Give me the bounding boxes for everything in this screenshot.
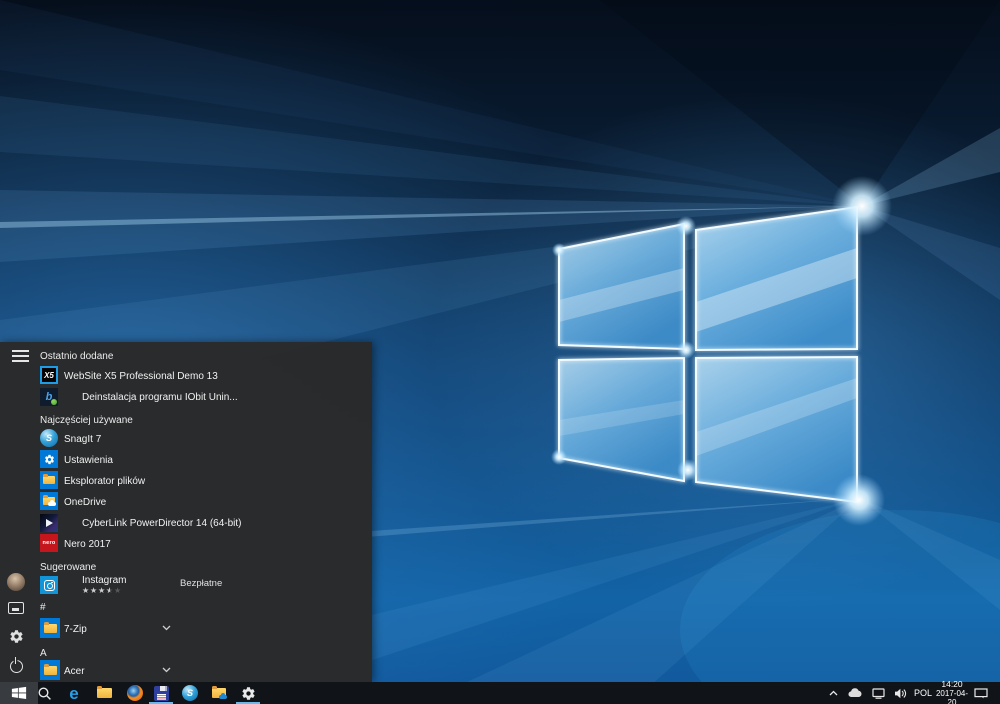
- app-item-settings[interactable]: Ustawienia: [40, 450, 364, 470]
- app-item-powerdirector[interactable]: CyberLink PowerDirector 14 (64-bit): [40, 513, 364, 533]
- language-indicator[interactable]: POL: [911, 682, 935, 704]
- user-avatar[interactable]: [7, 573, 25, 591]
- app-item-nero[interactable]: nero Nero 2017: [40, 534, 364, 554]
- desktop: Ostatnio dodane X5 WebSite X5 Profession…: [0, 0, 1000, 704]
- app-item-label-block: Instagram: [82, 576, 126, 595]
- clock[interactable]: 14:20 2017-04-20: [933, 682, 971, 704]
- powerdirector-icon: [40, 514, 58, 532]
- settings-tile-icon: [40, 450, 58, 468]
- hidden-icons-chevron-icon[interactable]: [824, 682, 842, 704]
- section-header-most-used: Najczęściej używane: [40, 415, 133, 426]
- app-item-label: SnagIt 7: [64, 434, 101, 445]
- acer-folder-icon: [40, 660, 60, 680]
- iobit-uninstaller-icon: b: [40, 388, 58, 406]
- start-menu: Ostatnio dodane X5 WebSite X5 Profession…: [0, 342, 372, 682]
- onedrive-cloud-icon[interactable]: [845, 682, 865, 704]
- app-item-label: WebSite X5 Professional Demo 13: [64, 371, 218, 382]
- chevron-down-icon: [162, 625, 171, 631]
- section-header-suggested: Sugerowane: [40, 562, 96, 573]
- app-group-acer[interactable]: Acer: [40, 660, 364, 682]
- app-item-label: Eksplorator plików: [64, 476, 145, 487]
- chevron-down-icon: [162, 667, 171, 673]
- time-text: 14:20: [941, 680, 962, 689]
- network-icon[interactable]: [869, 682, 887, 704]
- app-item-instagram[interactable]: Instagram Bezpłatne: [40, 574, 364, 596]
- app-item-onedrive[interactable]: OneDrive: [40, 492, 364, 512]
- power-icon[interactable]: [8, 658, 24, 674]
- nero-icon: nero: [40, 534, 58, 552]
- action-center-icon[interactable]: [968, 682, 994, 704]
- windows-logo-icon: [11, 685, 27, 701]
- 7zip-folder-icon: [40, 618, 60, 638]
- edge-icon[interactable]: e: [59, 682, 89, 704]
- date-text: 2017-04-20: [933, 689, 971, 704]
- onedrive-tile-icon: [40, 492, 58, 510]
- search-icon[interactable]: [29, 682, 59, 704]
- app-item-label: OneDrive: [64, 497, 106, 508]
- taskbar: e S: [0, 682, 1000, 704]
- settings-taskbar-icon[interactable]: [233, 682, 263, 704]
- price-badge: Bezpłatne: [180, 578, 222, 589]
- section-header-recently-added: Ostatnio dodane: [40, 351, 113, 362]
- app-item-label: Deinstalacja programu IObit Unin...: [82, 392, 238, 403]
- rating-stars: [82, 587, 122, 595]
- app-group-7zip[interactable]: 7-Zip: [40, 618, 364, 640]
- onedrive-taskbar-icon[interactable]: [204, 682, 234, 704]
- file-explorer-rail-icon[interactable]: [8, 601, 24, 614]
- app-item-label: CyberLink PowerDirector 14 (64-bit): [82, 518, 242, 529]
- app-item-label: Nero 2017: [64, 539, 111, 550]
- app-item-file-explorer[interactable]: Eksplorator plików: [40, 471, 364, 491]
- app-item-label: Instagram: [82, 576, 126, 586]
- file-explorer-tile-icon: [40, 471, 58, 489]
- app-item-label: 7-Zip: [64, 624, 87, 635]
- volume-icon[interactable]: [891, 682, 910, 704]
- instagram-icon: [40, 576, 58, 594]
- hamburger-menu-button[interactable]: [12, 350, 29, 363]
- app-item-website-x5[interactable]: X5 WebSite X5 Professional Demo 13: [40, 366, 364, 386]
- app-item-label: Ustawienia: [64, 455, 113, 466]
- app-item-iobit-uninstaller[interactable]: b Deinstalacja programu IObit Unin...: [40, 387, 364, 407]
- snagit-icon: S: [40, 429, 58, 447]
- app-item-snagit[interactable]: S SnagIt 7: [40, 429, 364, 449]
- website-x5-icon: X5: [40, 366, 58, 384]
- floppy-app-icon[interactable]: [146, 682, 176, 704]
- app-item-label: Acer: [64, 666, 85, 677]
- settings-rail-icon[interactable]: [8, 629, 24, 645]
- section-header-a: A: [40, 648, 47, 659]
- section-header-hash: #: [40, 602, 46, 613]
- file-explorer-taskbar-icon[interactable]: [89, 682, 119, 704]
- snagit-taskbar-icon[interactable]: S: [175, 682, 205, 704]
